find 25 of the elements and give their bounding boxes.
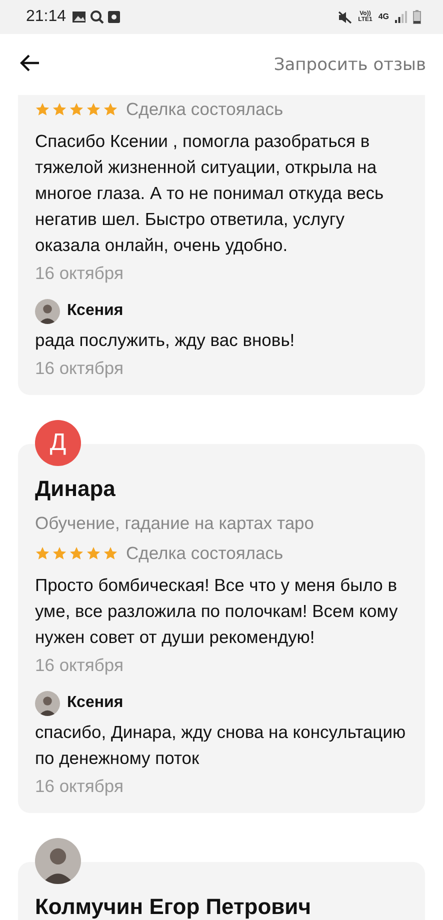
request-review-button[interactable]: Запросить отзыв [274,54,426,74]
reply-date: 16 октября [35,775,124,798]
reply-date: 16 октября [35,357,124,380]
reply-text: спасибо, Динара, жду снова на консультацию по денежному поток [35,721,407,770]
avatar: Д [35,420,81,466]
record-icon [108,11,120,23]
review-date: 16 октября [35,262,124,285]
signal-icon [395,11,407,23]
reply-author: Ксения [67,693,124,713]
review-date: 16 октября [35,654,124,677]
service-subtitle: Обучение, гадание на картах таро [35,512,316,535]
image-icon [72,11,86,23]
deal-status: Сделка состоялась [126,98,284,121]
search-icon [90,10,104,24]
deal-status: Сделка состоялась [126,542,284,565]
status-time: 21:14 [26,8,66,26]
reply-author: Ксения [67,301,124,321]
mute-icon [338,10,352,24]
battery-icon [413,10,421,24]
network-label: 4G [378,14,389,20]
reviewer-name: Колмучин Егор Петрович [35,893,312,920]
reviewer-name: Динара [35,475,116,503]
reply-text: рада послужить, жду вас вновь! [35,329,296,352]
review-text: Просто бомбическая! Все что у меня было в уме, все разложила по полочкам! Всем кому нужен совет от души рекомендую! [35,574,399,649]
review-text: Спасибо Ксении , помогла разобраться в тяжелой жизненной ситуации, открыла на многое глаза. А то не понимал откуда весь негатив шел. Быстро ответила, услугу оказала онлайн, очень удобно. [35,130,385,257]
